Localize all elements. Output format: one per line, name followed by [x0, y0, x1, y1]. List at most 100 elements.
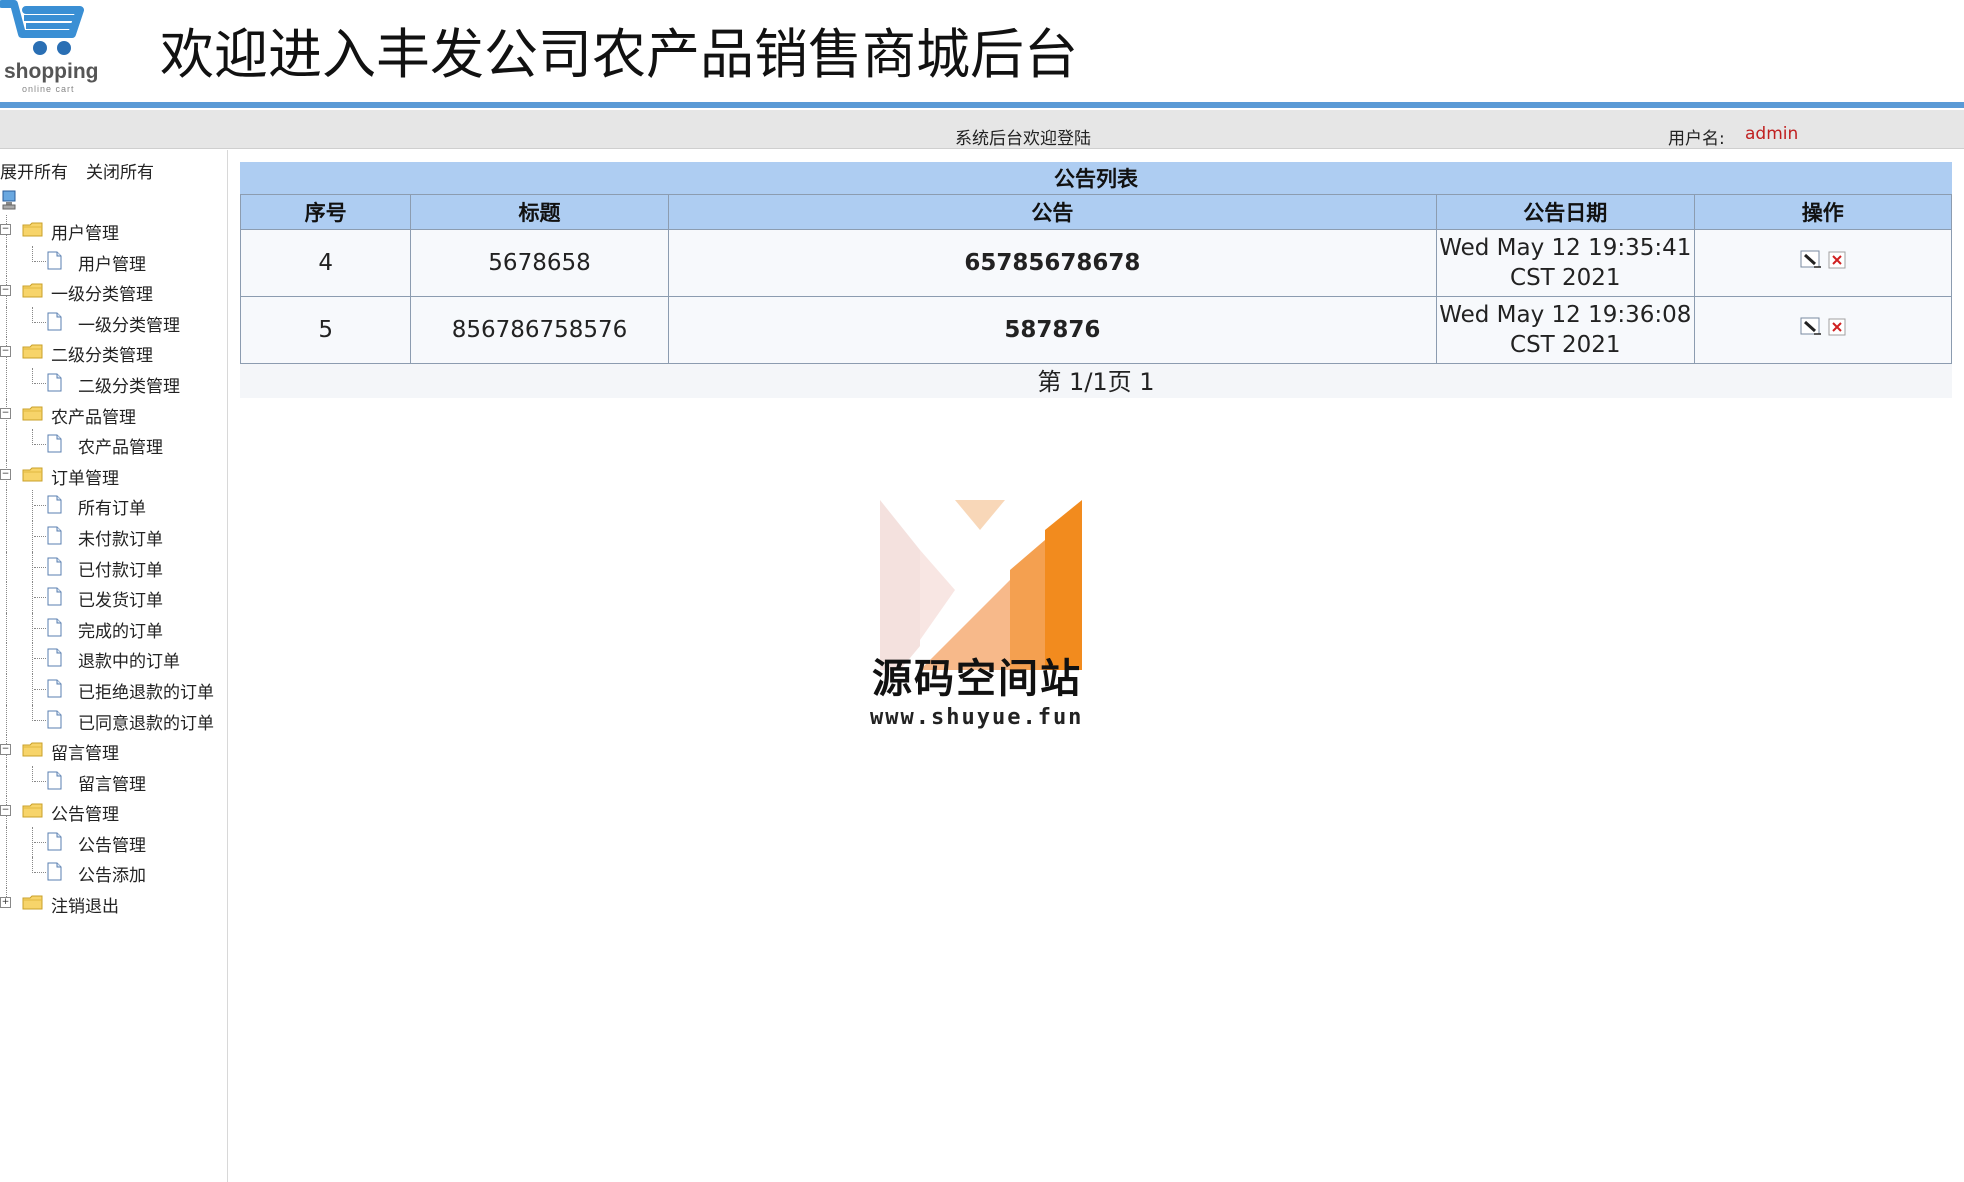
edit-icon[interactable]: [1800, 250, 1822, 270]
date-line: Wed May 12 19:35:41: [1439, 235, 1692, 261]
document-icon: [47, 373, 62, 392]
tree-folder[interactable]: + 注销退出: [0, 888, 227, 919]
tree-leaf[interactable]: 用户管理: [0, 245, 227, 277]
tree-leaf-label[interactable]: 所有订单: [78, 494, 146, 519]
document-icon: [47, 495, 62, 514]
pagination: 第 1/1页 1: [240, 364, 1952, 398]
folder-icon: [22, 283, 43, 298]
main-content: 公告列表 序号 标题 公告 公告日期 操作 4 5678658 65785678…: [239, 162, 1953, 398]
tree-leaf[interactable]: 退款中的订单: [0, 643, 227, 674]
cell-date: Wed May 12 19:36:08 CST 2021: [1436, 296, 1695, 364]
delete-icon[interactable]: [1828, 318, 1846, 336]
expand-toggle-icon[interactable]: +: [0, 897, 11, 909]
tree-leaf-label[interactable]: 用户管理: [78, 250, 146, 275]
tree-leaf-label[interactable]: 一级分类管理: [78, 311, 180, 336]
collapse-toggle-icon[interactable]: −: [0, 468, 11, 480]
welcome-text: 系统后台欢迎登陆: [955, 129, 1091, 149]
tree-leaf-label[interactable]: 公告管理: [78, 831, 146, 856]
table-header-row: 序号 标题 公告 公告日期 操作: [239, 194, 1953, 230]
collapse-all-link[interactable]: 关闭所有: [86, 163, 154, 183]
tree-leaf-label[interactable]: 二级分类管理: [78, 372, 180, 397]
sidebar-nav: 展开所有 关闭所有 − 用户管理 用户管理 − 一级分类管理 一级分类管理 − 二级分类管理 二级…: [0, 150, 228, 1182]
cell-actions: [1693, 296, 1953, 364]
tree-leaf[interactable]: 已同意退款的订单: [0, 704, 227, 736]
collapse-toggle-icon[interactable]: −: [0, 285, 11, 297]
tree-leaf-label[interactable]: 农产品管理: [78, 433, 163, 458]
collapse-toggle-icon[interactable]: −: [0, 805, 11, 817]
tree-leaf[interactable]: 公告添加: [0, 857, 227, 889]
document-icon: [47, 710, 62, 728]
tree-folder-label[interactable]: 农产品管理: [51, 403, 136, 428]
tree-leaf-label[interactable]: 退款中的订单: [78, 647, 180, 672]
edit-icon[interactable]: [1800, 317, 1822, 337]
document-icon: [47, 587, 62, 606]
tree-folder[interactable]: − 订单管理: [0, 459, 227, 491]
tree-leaf[interactable]: 未付款订单: [0, 520, 227, 552]
tree-leaf-label[interactable]: 已发货订单: [78, 586, 163, 611]
tree-folder-label[interactable]: 订单管理: [51, 464, 119, 489]
tree-leaf-label[interactable]: 已同意退款的订单: [78, 709, 214, 734]
tree-leaf-label[interactable]: 完成的订单: [78, 617, 163, 642]
computer-icon: [2, 190, 16, 210]
cell-notice: 65785678678: [667, 229, 1438, 297]
tree-folder[interactable]: − 农产品管理: [0, 398, 227, 430]
date-line: Wed May 12 19:36:08: [1439, 302, 1692, 328]
collapse-toggle-icon[interactable]: −: [0, 346, 11, 358]
cell-id: 5: [239, 296, 412, 364]
notice-table: 序号 标题 公告 公告日期 操作 4 5678658 65785678678 W…: [239, 194, 1953, 364]
tree-leaf[interactable]: 已发货订单: [0, 582, 227, 613]
collapse-toggle-icon[interactable]: −: [0, 744, 11, 756]
list-title: 公告列表: [240, 162, 1952, 194]
tree-folder-label[interactable]: 二级分类管理: [51, 341, 153, 366]
site-title: 欢迎进入丰发公司农产品销售商城后台: [160, 23, 1078, 86]
tree-leaf[interactable]: 已拒绝退款的订单: [0, 673, 227, 705]
column-header-title: 标题: [410, 194, 669, 230]
tree-leaf[interactable]: 公告管理: [0, 826, 227, 858]
folder-icon: [22, 742, 43, 757]
logo-subtitle: online cart: [22, 84, 75, 94]
column-header-date: 公告日期: [1436, 194, 1695, 230]
date-line: CST 2021: [1510, 332, 1621, 358]
folder-icon: [22, 467, 43, 482]
tree-controls: 展开所有 关闭所有: [0, 158, 172, 183]
watermark-title: 源码空间站: [872, 656, 1082, 702]
expand-all-link[interactable]: 展开所有: [0, 163, 68, 183]
document-icon: [47, 862, 62, 881]
tree-leaf-label[interactable]: 留言管理: [78, 770, 146, 795]
collapse-toggle-icon[interactable]: −: [0, 224, 11, 235]
username-label: 用户名:: [1668, 129, 1725, 149]
folder-icon: [22, 406, 43, 421]
tree-folder[interactable]: − 一级分类管理: [0, 276, 227, 307]
document-icon: [47, 557, 62, 576]
tree-leaf[interactable]: 一级分类管理: [0, 306, 227, 338]
tree-leaf[interactable]: 完成的订单: [0, 612, 227, 644]
tree-folder-label[interactable]: 留言管理: [51, 739, 119, 764]
tree-folder[interactable]: − 用户管理: [0, 215, 227, 246]
document-icon: [47, 679, 62, 698]
tree-leaf-label[interactable]: 公告添加: [78, 861, 146, 886]
document-icon: [47, 771, 62, 790]
tree-leaf[interactable]: 二级分类管理: [0, 367, 227, 399]
tree-folder-label[interactable]: 注销退出: [51, 892, 119, 917]
tree-folder[interactable]: − 留言管理: [0, 735, 227, 766]
shopping-cart-logo: shopping online cart: [0, 0, 110, 100]
tree-folder[interactable]: − 公告管理: [0, 796, 227, 827]
tree-folder-label[interactable]: 用户管理: [51, 219, 119, 244]
delete-icon[interactable]: [1828, 251, 1846, 269]
document-icon: [47, 251, 62, 270]
tree-folder[interactable]: − 二级分类管理: [0, 337, 227, 368]
tree-leaf-label[interactable]: 已拒绝退款的订单: [78, 678, 214, 703]
folder-icon: [22, 222, 43, 237]
tree-folder-label[interactable]: 公告管理: [51, 800, 119, 825]
tree-leaf[interactable]: 所有订单: [0, 490, 227, 521]
column-header-id: 序号: [239, 194, 412, 230]
tree-leaf-label[interactable]: 已付款订单: [78, 556, 163, 581]
tree-leaf[interactable]: 留言管理: [0, 765, 227, 797]
tree-leaf[interactable]: 农产品管理: [0, 429, 227, 460]
cell-notice: 587876: [667, 296, 1438, 364]
tree-leaf[interactable]: 已付款订单: [0, 551, 227, 583]
collapse-toggle-icon[interactable]: −: [0, 407, 11, 419]
tree-leaf-label[interactable]: 未付款订单: [78, 525, 163, 550]
tree-folder-label[interactable]: 一级分类管理: [51, 280, 153, 305]
cell-title: 5678658: [410, 229, 669, 297]
